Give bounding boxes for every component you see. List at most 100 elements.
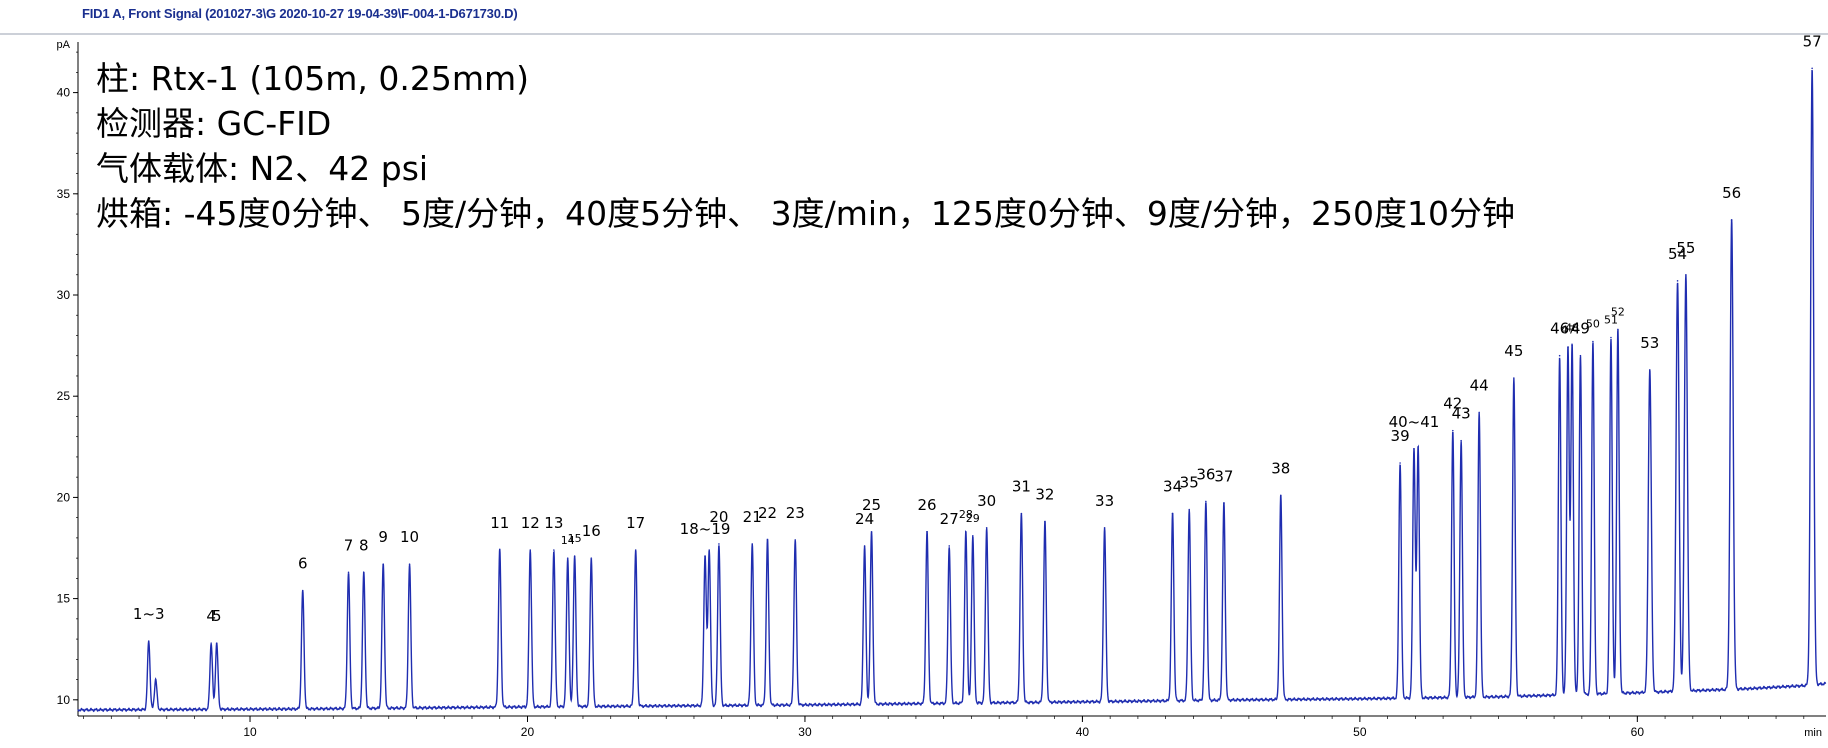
y-axis-unit: pA <box>57 39 71 51</box>
peak-point <box>382 563 385 565</box>
peak-point <box>1171 512 1174 515</box>
x-tick-label: 60 <box>1631 725 1645 739</box>
peak-point <box>1044 520 1046 523</box>
peak-label: 57 <box>1803 32 1822 50</box>
peak-label: 8 <box>359 536 369 554</box>
peak-point <box>751 543 754 545</box>
peak-label: 50 <box>1586 318 1600 331</box>
peak-label: 20 <box>709 508 728 526</box>
y-tick-label: 30 <box>57 288 71 302</box>
peak-point <box>965 531 967 533</box>
peak-label: 16 <box>582 522 601 540</box>
peak-label: 31 <box>1012 478 1031 496</box>
peak-point <box>1567 346 1569 349</box>
peak-point <box>301 589 304 592</box>
peak-point <box>1188 508 1191 511</box>
peak-label: 22 <box>758 504 777 522</box>
peak-label: 45 <box>1504 342 1523 360</box>
peak-label: 27 <box>940 510 959 528</box>
peak-label: 11 <box>490 514 509 532</box>
peak-label: 36 <box>1196 465 1215 483</box>
peak-point <box>1610 336 1612 339</box>
peak-point <box>972 535 974 537</box>
peak-label: 1~3 <box>133 605 165 623</box>
x-tick-label: 10 <box>243 725 257 739</box>
peak-label: 43 <box>1452 405 1471 423</box>
y-tick-label: 40 <box>57 86 71 100</box>
column-text: 柱: Rtx-1 (105m, 0.25mm) <box>96 59 530 98</box>
peak-label: 38 <box>1271 459 1290 477</box>
peak-label: 9 <box>378 528 388 546</box>
peak-point <box>870 531 873 533</box>
peak-point <box>215 642 218 644</box>
peak-point <box>566 557 569 559</box>
peak-label: 7 <box>344 536 354 554</box>
peak-point <box>794 539 797 541</box>
x-tick-label: 50 <box>1353 725 1367 739</box>
peak-point <box>553 549 555 551</box>
x-tick-label: 20 <box>521 725 535 739</box>
peak-label: 29 <box>966 512 980 525</box>
peak-point <box>1399 462 1401 464</box>
peak-label: 40~41 <box>1389 413 1440 431</box>
x-tick-label: 30 <box>798 725 812 739</box>
carrier-gas-text: 气体载体: N2、42 psi <box>96 149 429 188</box>
peak-point <box>1103 526 1106 529</box>
peak-point <box>948 545 951 547</box>
peak-point <box>1279 494 1282 497</box>
peak-label: 33 <box>1095 492 1114 510</box>
peak-point <box>1205 500 1207 503</box>
peak-label: 44 <box>1470 376 1489 394</box>
peak-label: 32 <box>1035 486 1054 504</box>
y-tick-label: 25 <box>57 389 71 403</box>
peak-label: 13 <box>544 514 563 532</box>
peak-point <box>1676 280 1679 282</box>
peak-label: 25 <box>862 496 881 514</box>
peak-point <box>1460 439 1462 442</box>
oven-program-text: 烘箱: -45度0分钟、 5度/分钟，40度5分钟、 3度/min，125度0分… <box>96 194 1515 233</box>
peak-point <box>1579 354 1582 357</box>
peak-point <box>1811 67 1813 70</box>
peak-label: 17 <box>626 514 645 532</box>
peak-point <box>1478 411 1480 414</box>
x-tick-label: 40 <box>1076 725 1090 739</box>
peak-point <box>1417 446 1419 448</box>
peak-point <box>529 549 532 551</box>
peak-point <box>362 571 365 574</box>
y-tick-label: 15 <box>57 592 71 606</box>
peak-label: 30 <box>977 492 996 510</box>
peak-point <box>1649 369 1651 371</box>
peak-point <box>718 543 720 545</box>
peak-point <box>708 549 711 551</box>
peak-label: 6 <box>298 555 308 573</box>
peak-point <box>1571 344 1573 347</box>
peak-label: 52 <box>1611 305 1625 318</box>
peak-label: 10 <box>400 528 419 546</box>
peak-point <box>210 642 212 644</box>
peak-label: 12 <box>521 514 540 532</box>
peak-label: 15 <box>568 532 582 545</box>
peak-point <box>408 563 411 565</box>
peak-label: 53 <box>1640 334 1659 352</box>
x-axis-unit: min <box>1804 727 1822 739</box>
peak-point <box>766 539 769 541</box>
detector-text: 检测器: GC-FID <box>96 104 332 143</box>
peak-point <box>154 678 157 681</box>
peak-point <box>863 545 866 547</box>
peak-point <box>498 549 501 551</box>
peak-point <box>590 557 593 559</box>
peak-point <box>1020 512 1023 515</box>
y-tick-label: 20 <box>57 490 71 504</box>
peak-label: 23 <box>786 504 805 522</box>
peak-point <box>1452 429 1454 432</box>
peak-label: 55 <box>1676 239 1695 257</box>
peak-point <box>1513 377 1515 379</box>
peak-point <box>985 526 988 529</box>
peak-point <box>1223 502 1225 505</box>
peak-point <box>634 549 637 551</box>
peak-point <box>704 555 706 557</box>
peak-label: 37 <box>1214 467 1233 485</box>
method-info: 柱: Rtx-1 (105m, 0.25mm) 检测器: GC-FID 气体载体… <box>96 56 1515 236</box>
y-tick-label: 10 <box>57 693 71 707</box>
peak-point <box>1730 219 1733 221</box>
